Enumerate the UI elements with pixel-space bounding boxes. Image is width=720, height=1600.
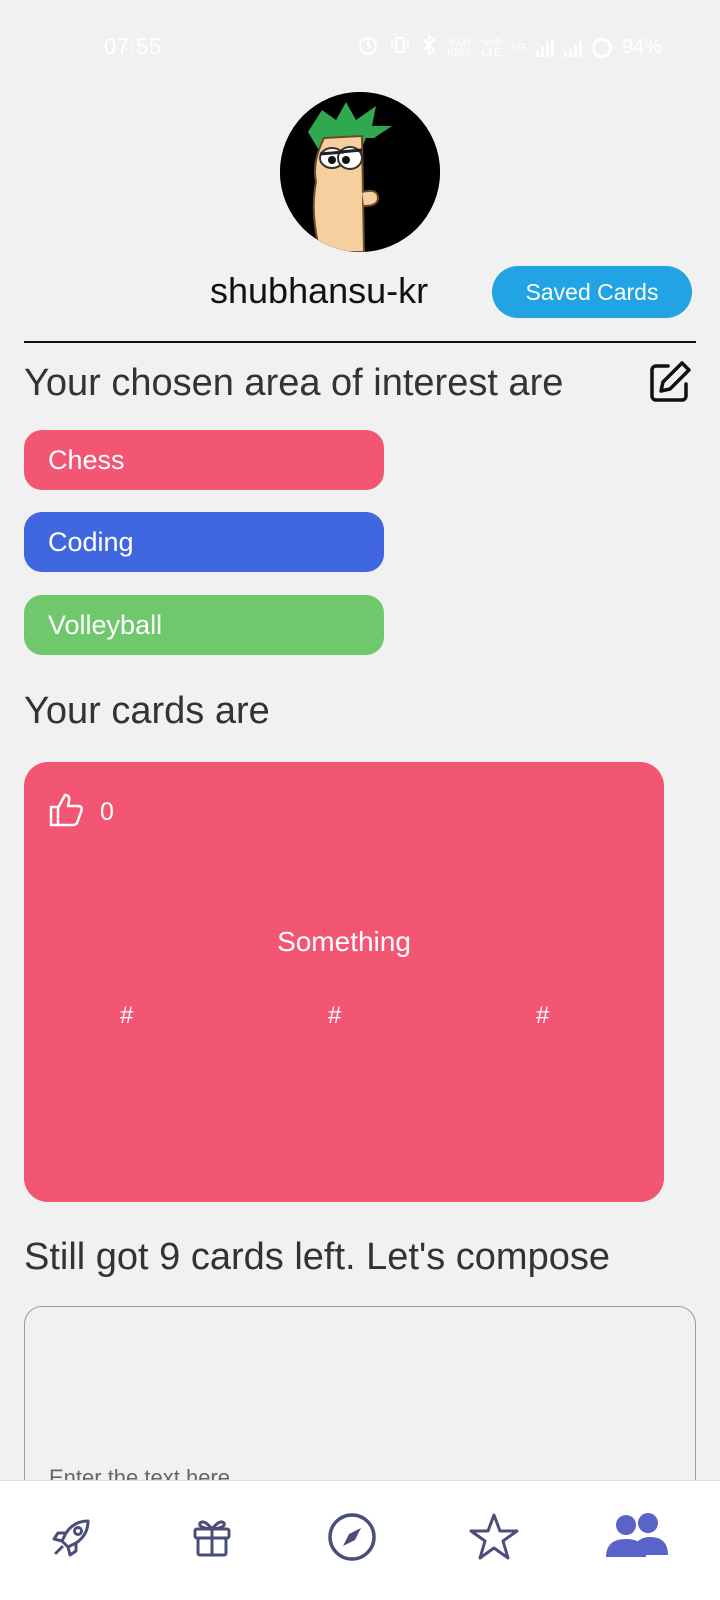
interest-chip-label: Chess [48,444,125,475]
compose-title: Still got 9 cards left. Let's compose [24,1236,610,1278]
card-text: Something [277,926,411,957]
card-tag[interactable]: # [120,1002,133,1030]
bluetooth-icon [421,33,437,61]
signal-icon-2 [563,39,582,57]
status-icons: 5.00 KB/S Vo8 LTE 5G 94% [357,33,662,61]
rocket-icon [48,1513,96,1566]
net-type-bottom: LTE [481,46,502,59]
net-5g-label: 5G [511,41,526,54]
card-tag[interactable]: # [536,1002,549,1030]
vibrate-icon [389,34,411,61]
divider [24,341,696,343]
like-count: 0 [100,798,114,826]
battery-icon [591,37,612,58]
interest-chip-chess[interactable]: Chess [24,430,384,490]
status-bar: 07:55 5.00 KB/S Vo8 LTE 5G 94% [0,0,720,96]
interest-chip-volleyball[interactable]: Volleyball [24,595,384,655]
saved-cards-button[interactable]: Saved Cards [492,266,692,318]
username: shubhansu-kr [210,270,429,311]
interest-chip-label: Volleyball [48,609,163,640]
status-time: 07:55 [104,34,162,59]
edit-interests-icon[interactable] [646,358,694,406]
interest-chip-coding[interactable]: Coding [24,512,384,572]
interests-title: Your chosen area of interest are [24,362,564,404]
profile-screen: 07:55 5.00 KB/S Vo8 LTE 5G 94% shubhansu… [0,0,720,1600]
cards-title: Your cards are [24,690,270,732]
bottom-nav [0,1480,720,1600]
thumbs-up-icon[interactable] [48,792,84,828]
alarm-icon [357,34,379,61]
avatar[interactable] [280,92,440,252]
star-icon [468,1511,520,1568]
signal-icon [535,38,554,57]
nav-gift[interactable] [182,1509,242,1569]
net-speed-unit: KB/S [446,46,472,59]
net-speed: 5.00 KB/S [446,37,472,59]
nav-explore[interactable] [322,1509,382,1569]
nav-rocket[interactable] [42,1509,102,1569]
card-tag[interactable]: # [328,1002,341,1030]
gift-icon [190,1515,234,1564]
user-card[interactable]: 0 Something # # # [24,762,664,1202]
nav-profile[interactable] [600,1509,672,1569]
nav-favorites[interactable] [464,1509,524,1569]
battery-percent: 94% [621,36,662,58]
net-type: Vo8 LTE [481,37,502,59]
compass-icon [326,1511,378,1568]
people-icon [602,1511,670,1568]
interest-chip-label: Coding [48,526,134,557]
